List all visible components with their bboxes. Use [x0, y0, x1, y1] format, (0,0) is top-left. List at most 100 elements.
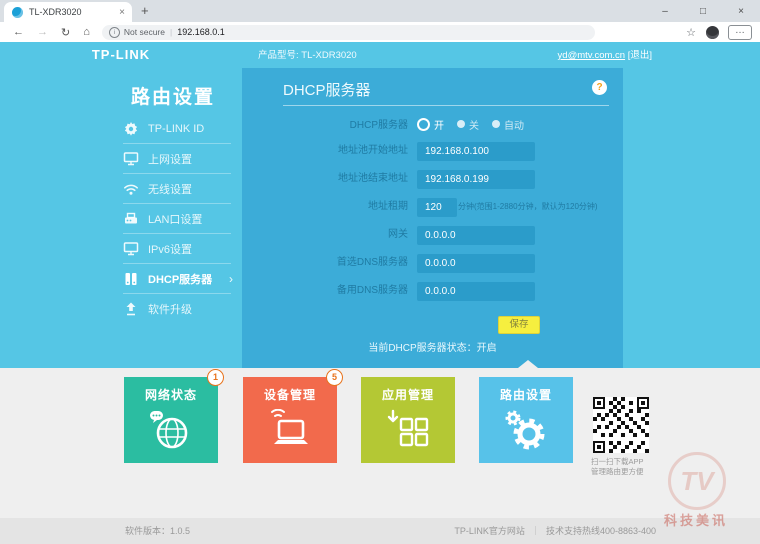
field-label: 地址池结束地址: [248, 169, 408, 188]
footer-separator: ｜: [531, 526, 540, 536]
toolbar-right: ☆ …: [686, 25, 752, 40]
save-button[interactable]: 保存: [498, 316, 540, 334]
profile-avatar[interactable]: [706, 26, 719, 39]
secondary-dns-input[interactable]: [417, 282, 535, 301]
lan-device-icon: [123, 211, 139, 227]
radio-selected-icon: [417, 118, 430, 131]
browser-tab-strip: TL-XDR3020 × + – □ ×: [0, 0, 760, 22]
home-button[interactable]: ⌂: [83, 26, 90, 38]
upload-icon: [123, 301, 139, 317]
tplink-favicon-icon: [12, 7, 23, 18]
favorite-star-icon[interactable]: ☆: [686, 26, 696, 39]
qr-caption-line2: 管理路由更方便: [591, 467, 661, 477]
browser-toolbar: ← → ↻ ⌂ i Not secure | 192.168.0.1 ☆ …: [0, 22, 760, 43]
sidebar-item-label: IPv6设置: [148, 241, 192, 257]
browser-tab[interactable]: TL-XDR3020 ×: [4, 2, 132, 22]
sidebar-item-label: DHCP服务器: [148, 271, 212, 287]
sidebar-item-tplink-id[interactable]: TP-LINK ID: [123, 114, 231, 144]
page-footer: 软件版本：1.0.5 TP-LINK官方网站 ｜ 技术支持热线400-8863-40…: [0, 518, 760, 544]
card-label: 设备管理: [243, 386, 337, 403]
pool-end-row: 地址池结束地址: [242, 169, 623, 188]
wifi-icon: [123, 181, 139, 197]
radio-label: 关: [469, 117, 479, 132]
sidebar-item-label: 无线设置: [148, 181, 192, 197]
refresh-button[interactable]: ↻: [61, 26, 70, 39]
globe-icon: [148, 409, 194, 451]
gateway-input[interactable]: [417, 226, 535, 245]
radio-unselected-icon: [492, 120, 500, 128]
pool-start-row: 地址池开始地址: [242, 141, 623, 160]
security-label: Not secure: [124, 27, 165, 37]
lease-time-input[interactable]: [417, 198, 457, 217]
gateway-row: 网关: [242, 225, 623, 244]
field-label: DHCP服务器: [248, 116, 408, 135]
tab-close-icon[interactable]: ×: [119, 7, 125, 18]
monitor-icon: [123, 151, 139, 167]
laptop-wifi-icon: [266, 409, 314, 451]
sidebar-item-firmware[interactable]: 软件升级: [123, 294, 231, 323]
address-bar[interactable]: i Not secure | 192.168.0.1: [102, 25, 595, 40]
chevron-right-icon: ›: [229, 272, 233, 286]
lease-time-note: 分钟(范围1-2880分钟，默认为120分钟): [458, 197, 598, 216]
forward-button[interactable]: →: [37, 26, 48, 38]
router-page-body: 路由设置 TP-LINK ID 上网设置 无线设置 LAN口设置 IPv6设置: [0, 68, 760, 368]
sidebar-item-wireless[interactable]: 无线设置: [123, 174, 231, 204]
url-text: 192.168.0.1: [177, 27, 225, 37]
firmware-version-label: 软件版本：1.0.5: [125, 518, 190, 544]
sidebar-item-ipv6[interactable]: IPv6设置: [123, 234, 231, 264]
field-label: 地址池开始地址: [248, 141, 408, 160]
browser-menu-button[interactable]: …: [728, 25, 752, 40]
primary-dns-input[interactable]: [417, 254, 535, 273]
new-tab-button[interactable]: +: [141, 3, 149, 18]
dhcp-status-text: 当前DHCP服务器状态：开启: [242, 339, 623, 354]
help-icon[interactable]: ?: [592, 80, 607, 95]
radio-label: 开: [434, 117, 444, 132]
network-status-badge: 1: [207, 369, 224, 386]
window-controls: – □ ×: [646, 0, 760, 22]
card-router-settings[interactable]: 路由设置: [479, 377, 573, 463]
minimize-button[interactable]: –: [646, 6, 684, 17]
app-header: TP-LINK 产品型号: TL-XDR3020 yd@mtv.com.cn […: [0, 42, 760, 68]
tab-title: TL-XDR3020: [29, 7, 112, 17]
panel-title: DHCP服务器: [283, 79, 371, 100]
field-label: 地址租期: [248, 197, 408, 216]
sidebar-item-label: 上网设置: [148, 151, 192, 167]
maximize-button[interactable]: □: [684, 6, 722, 17]
field-label: 备用DNS服务器: [248, 281, 408, 300]
field-label: 网关: [248, 225, 408, 244]
logout-link[interactable]: [退出]: [628, 50, 652, 61]
card-app-management[interactable]: 应用管理: [361, 377, 455, 463]
back-button[interactable]: ←: [13, 26, 24, 38]
bottom-nav-area: 1 网络状态 5 设备管理 应用管理: [0, 368, 760, 518]
pool-start-input[interactable]: [417, 142, 535, 161]
radio-label: 自动: [504, 117, 524, 132]
radio-off[interactable]: 关: [457, 117, 479, 132]
sidebar-item-lan[interactable]: LAN口设置: [123, 204, 231, 234]
sidebar-item-dhcp[interactable]: DHCP服务器 ›: [123, 264, 231, 294]
dhcp-settings-panel: DHCP服务器 ? DHCP服务器 开 关 自动 地址池开始地址 地址池结束地址: [242, 68, 623, 368]
page-title: 路由设置: [131, 82, 215, 109]
qr-caption: 扫一扫下载APP 管理路由更方便: [591, 457, 661, 477]
support-hotline-label: 技术支持热线400-8863-400: [546, 526, 656, 536]
radio-auto[interactable]: 自动: [492, 117, 524, 132]
pool-end-input[interactable]: [417, 170, 535, 189]
card-network-status[interactable]: 1 网络状态: [124, 377, 218, 463]
site-info-icon[interactable]: i: [109, 27, 120, 38]
card-label: 应用管理: [361, 386, 455, 403]
account-email-link[interactable]: yd@mtv.com.cn: [558, 50, 626, 61]
sidebar-item-wan[interactable]: 上网设置: [123, 144, 231, 174]
radio-on[interactable]: 开: [417, 117, 444, 132]
dhcp-mode-radios: 开 关 自动: [417, 116, 537, 132]
gears-icon: [502, 409, 550, 453]
panel-divider: [283, 105, 609, 106]
radio-unselected-icon: [457, 120, 465, 128]
qr-caption-line1: 扫一扫下载APP: [591, 457, 661, 467]
sidebar-menu: TP-LINK ID 上网设置 无线设置 LAN口设置 IPv6设置 DHCP服…: [123, 114, 231, 323]
active-card-notch: [518, 360, 538, 368]
card-device-management[interactable]: 5 设备管理: [243, 377, 337, 463]
close-button[interactable]: ×: [722, 6, 760, 17]
official-site-link[interactable]: TP-LINK官方网站: [454, 526, 525, 536]
browser-window: TL-XDR3020 × + – □ × ← → ↻ ⌂ i Not secur…: [0, 0, 760, 544]
card-label: 网络状态: [124, 386, 218, 403]
secondary-dns-row: 备用DNS服务器: [242, 281, 623, 300]
